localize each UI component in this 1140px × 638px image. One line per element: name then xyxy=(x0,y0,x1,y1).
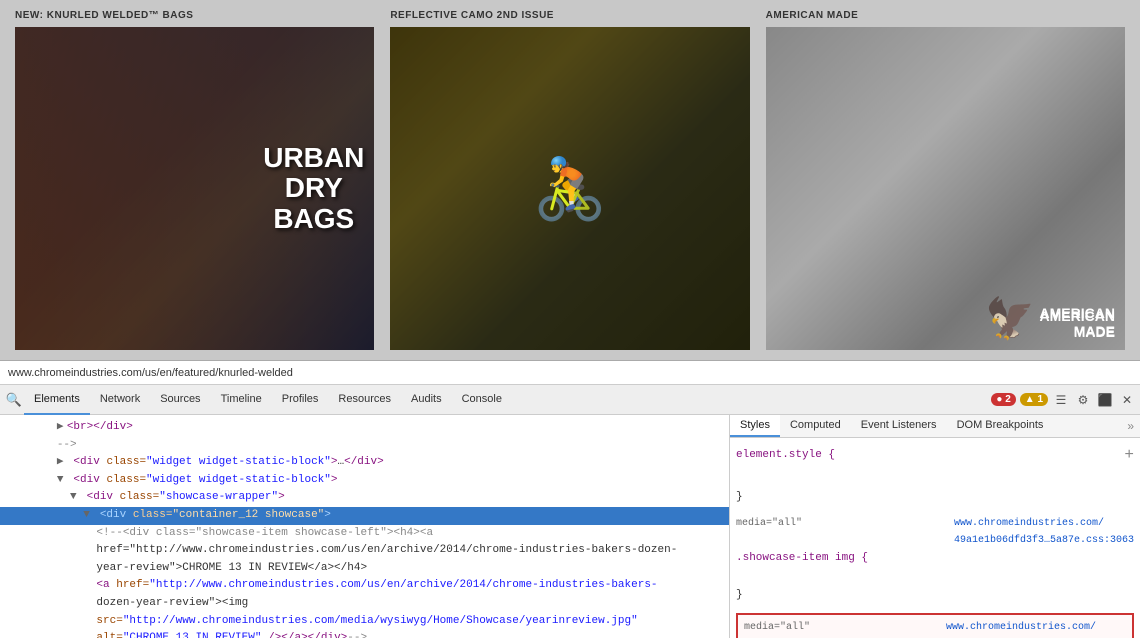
more-tabs-icon[interactable]: » xyxy=(1121,415,1140,437)
html-line: ▶<br></div> xyxy=(0,419,729,437)
tab-resources[interactable]: Resources xyxy=(328,385,401,415)
html-line: href="http://www.chromeindustries.com/us… xyxy=(0,542,729,560)
promo-item-camo: REFLECTIVE CAMO 2ND ISSUE 🚴 xyxy=(382,10,757,350)
promo-image-urban[interactable]: URBANDRYBAGS xyxy=(15,27,374,350)
rule-body xyxy=(736,469,1134,488)
devtools-panel: www.chromeindustries.com/us/en/featured/… xyxy=(0,360,1140,638)
styles-tab-styles[interactable]: Styles xyxy=(730,415,780,437)
urban-text: URBANDRYBAGS xyxy=(263,142,364,234)
close-icon[interactable]: ✕ xyxy=(1118,391,1136,409)
toolbar-right: ● 2 ▲ 1 ☰ ⚙ ⬛ ✕ xyxy=(991,391,1136,409)
html-line-selected: ▼ <div class="container_12 showcase"> xyxy=(0,507,729,525)
error-badge: ● 2 xyxy=(991,393,1015,406)
styles-panel: Styles Computed Event Listeners DOM Brea… xyxy=(730,415,1140,638)
website-preview: NEW: KNURLED WELDED™ BAGS URBANDRYBAGS R… xyxy=(0,0,1140,360)
promo-label-camo: REFLECTIVE CAMO 2ND ISSUE xyxy=(390,10,749,21)
promo-section: NEW: KNURLED WELDED™ BAGS URBANDRYBAGS R… xyxy=(0,0,1140,360)
promo-item-american: AMERICAN MADE AMERICANMADE 🦅 xyxy=(758,10,1125,350)
url-text: www.chromeindustries.com/us/en/featured/… xyxy=(8,367,293,379)
html-line: ▼ <div class="widget widget-static-block… xyxy=(0,472,729,490)
html-line: <a href="http://www.chromeindustries.com… xyxy=(0,577,729,595)
styles-tab-dom-breakpoints[interactable]: DOM Breakpoints xyxy=(947,415,1054,437)
url-bar: www.chromeindustries.com/us/en/featured/… xyxy=(0,361,1140,385)
devtools-content: ▶<br></div> --> ▶ <div class="widget wid… xyxy=(0,415,1140,638)
html-line: dozen-year-review"><img xyxy=(0,595,729,613)
promo-label-urban: NEW: KNURLED WELDED™ BAGS xyxy=(15,10,374,21)
add-property-btn[interactable]: + xyxy=(1124,442,1134,469)
selector-showcase: .showcase-item img { xyxy=(736,552,868,564)
styles-content: element.style { + } media="all" www.chro… xyxy=(730,438,1140,638)
settings-icon[interactable]: ⚙ xyxy=(1074,391,1092,409)
html-line: src="http://www.chromeindustries.com/med… xyxy=(0,613,729,631)
tab-sources[interactable]: Sources xyxy=(150,385,210,415)
media-query-1: media="all" xyxy=(736,515,802,549)
american-made-text: AMERICANMADE xyxy=(1040,304,1115,340)
source-link-1[interactable]: www.chromeindustries.com/49a1e1b06dfd3f3… xyxy=(954,515,1134,549)
dock-icon[interactable]: ⬛ xyxy=(1096,391,1114,409)
promo-label-american: AMERICAN MADE xyxy=(766,10,1125,21)
style-rule-element: element.style { + } xyxy=(736,442,1134,507)
tab-network[interactable]: Network xyxy=(90,385,150,415)
html-line: ▼ <div class="showcase-wrapper"> xyxy=(0,489,729,507)
styles-tab-event-listeners[interactable]: Event Listeners xyxy=(851,415,947,437)
html-line: <!--<div class="showcase-item showcase-l… xyxy=(0,525,729,543)
styles-tab-computed[interactable]: Computed xyxy=(780,415,851,437)
tab-timeline[interactable]: Timeline xyxy=(211,385,272,415)
styles-tabs: Styles Computed Event Listeners DOM Brea… xyxy=(730,415,1140,438)
search-icon[interactable]: 🔍 xyxy=(4,390,24,410)
promo-image-american[interactable]: AMERICANMADE 🦅 xyxy=(766,27,1125,350)
tab-elements[interactable]: Elements xyxy=(24,385,90,415)
promo-image-camo[interactable]: 🚴 xyxy=(390,27,749,350)
media-query-2: media="all" xyxy=(744,619,810,638)
promo-item-urban: NEW: KNURLED WELDED™ BAGS URBANDRYBAGS xyxy=(15,10,382,350)
rule-body-empty xyxy=(736,567,1134,586)
american-logo: 🦅 xyxy=(985,295,1035,342)
source-link-2[interactable]: www.chromeindustries.com/49a1e1b06dfd3f3… xyxy=(946,619,1126,638)
devtools-toolbar: 🔍 Elements Network Sources Timeline Prof… xyxy=(0,385,1140,415)
style-rule-img: media="all" www.chromeindustries.com/49a… xyxy=(736,613,1134,638)
filter-icon[interactable]: ☰ xyxy=(1052,391,1070,409)
selector-element: element.style { xyxy=(736,446,835,465)
html-panel[interactable]: ▶<br></div> --> ▶ <div class="widget wid… xyxy=(0,415,730,638)
html-line: year-review">CHROME 13 IN REVIEW</a></h4… xyxy=(0,560,729,578)
camo-figure: 🚴 xyxy=(533,153,608,224)
style-rule-showcase: media="all" www.chromeindustries.com/49a… xyxy=(736,515,1134,605)
html-line: ▶ <div class="widget widget-static-block… xyxy=(0,454,729,472)
tab-audits[interactable]: Audits xyxy=(401,385,452,415)
html-line: --> xyxy=(0,437,729,455)
warning-badge: ▲ 1 xyxy=(1020,393,1048,406)
tab-console[interactable]: Console xyxy=(452,385,512,415)
tab-profiles[interactable]: Profiles xyxy=(272,385,329,415)
html-line: alt="CHROME 13 IN REVIEW" /></a></div>--… xyxy=(0,630,729,638)
